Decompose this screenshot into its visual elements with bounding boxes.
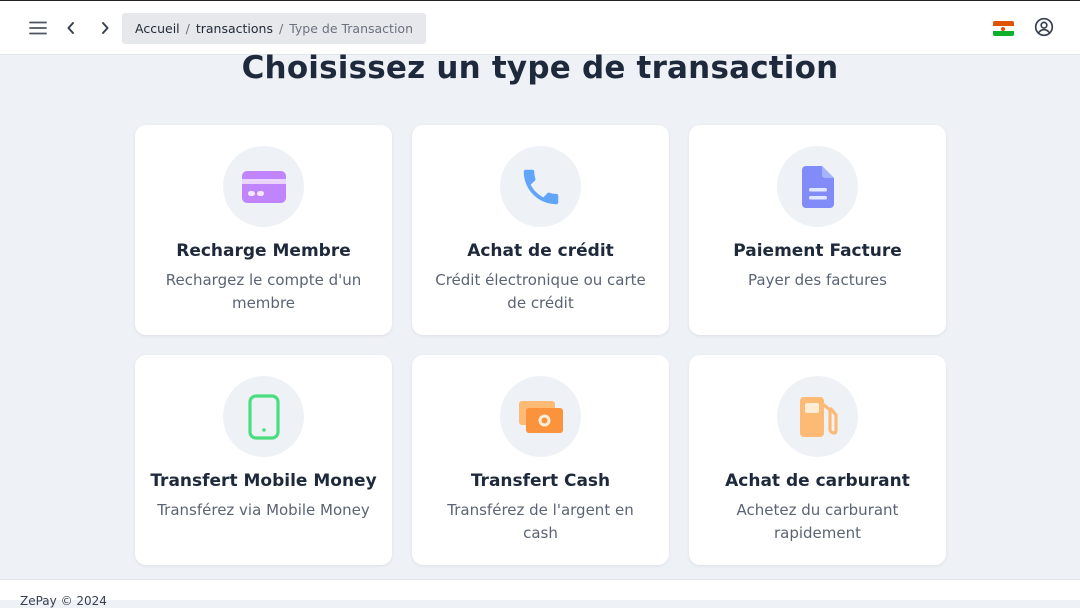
card-description: Crédit électronique ou carte de crédit	[435, 271, 646, 312]
card-transfert-mobile-money[interactable]: Transfert Mobile Money Transférez via Mo…	[135, 355, 392, 565]
card-title: Recharge Membre	[176, 241, 351, 261]
card-title: Achat de crédit	[467, 241, 614, 261]
niger-flag-icon[interactable]	[993, 21, 1014, 36]
card-description: Rechargez le compte d'un membre	[165, 271, 362, 312]
card-recharge-membre[interactable]: Recharge Membre Rechargez le compte d'un…	[135, 125, 392, 335]
mobile-phone-icon	[223, 376, 304, 457]
footer: ZePay © 2024	[0, 579, 1080, 608]
card-achat-de-credit[interactable]: Achat de crédit Crédit électronique ou c…	[412, 125, 669, 335]
card-achat-de-carburant[interactable]: Achat de carburant Achetez du carburant …	[689, 355, 946, 565]
card-description: Achetez du carburant rapidement	[736, 501, 899, 542]
breadcrumb-transactions-link[interactable]: transactions	[196, 21, 273, 36]
breadcrumb-current: Type de Transaction	[289, 21, 413, 36]
user-circle-icon[interactable]	[1029, 12, 1059, 42]
chevron-left-icon[interactable]	[56, 13, 86, 43]
transaction-type-grid: Recharge Membre Rechargez le compte d'un…	[135, 125, 947, 565]
card-description: Transférez via Mobile Money	[157, 501, 370, 519]
card-transfert-cash[interactable]: Transfert Cash Transférez de l'argent en…	[412, 355, 669, 565]
card-title: Achat de carburant	[725, 471, 910, 491]
card-description: Transférez de l'argent en cash	[447, 501, 634, 542]
card-title: Transfert Cash	[470, 471, 611, 491]
card-paiement-facture[interactable]: Paiement Facture Payer des factures	[689, 125, 946, 335]
breadcrumb-separator: /	[185, 21, 190, 36]
card-title: Transfert Mobile Money	[150, 471, 377, 491]
top-bar: Accueil / transactions / Type de Transac…	[0, 0, 1080, 55]
phone-icon	[500, 146, 581, 227]
footer-copyright: ZePay © 2024	[20, 594, 107, 608]
cash-icon	[500, 376, 581, 457]
breadcrumb-separator: /	[278, 21, 284, 36]
document-icon	[777, 146, 858, 227]
credit-card-icon	[223, 146, 304, 227]
breadcrumb-home-link[interactable]: Accueil	[135, 21, 180, 36]
card-title: Paiement Facture	[733, 241, 902, 261]
breadcrumb: Accueil / transactions / Type de Transac…	[122, 13, 426, 44]
card-description: Payer des factures	[748, 271, 887, 289]
fuel-pump-icon	[777, 376, 858, 457]
menu-icon[interactable]	[23, 13, 53, 43]
page-title: Choisissez un type de transaction	[241, 50, 839, 86]
chevron-right-icon[interactable]	[90, 13, 120, 43]
